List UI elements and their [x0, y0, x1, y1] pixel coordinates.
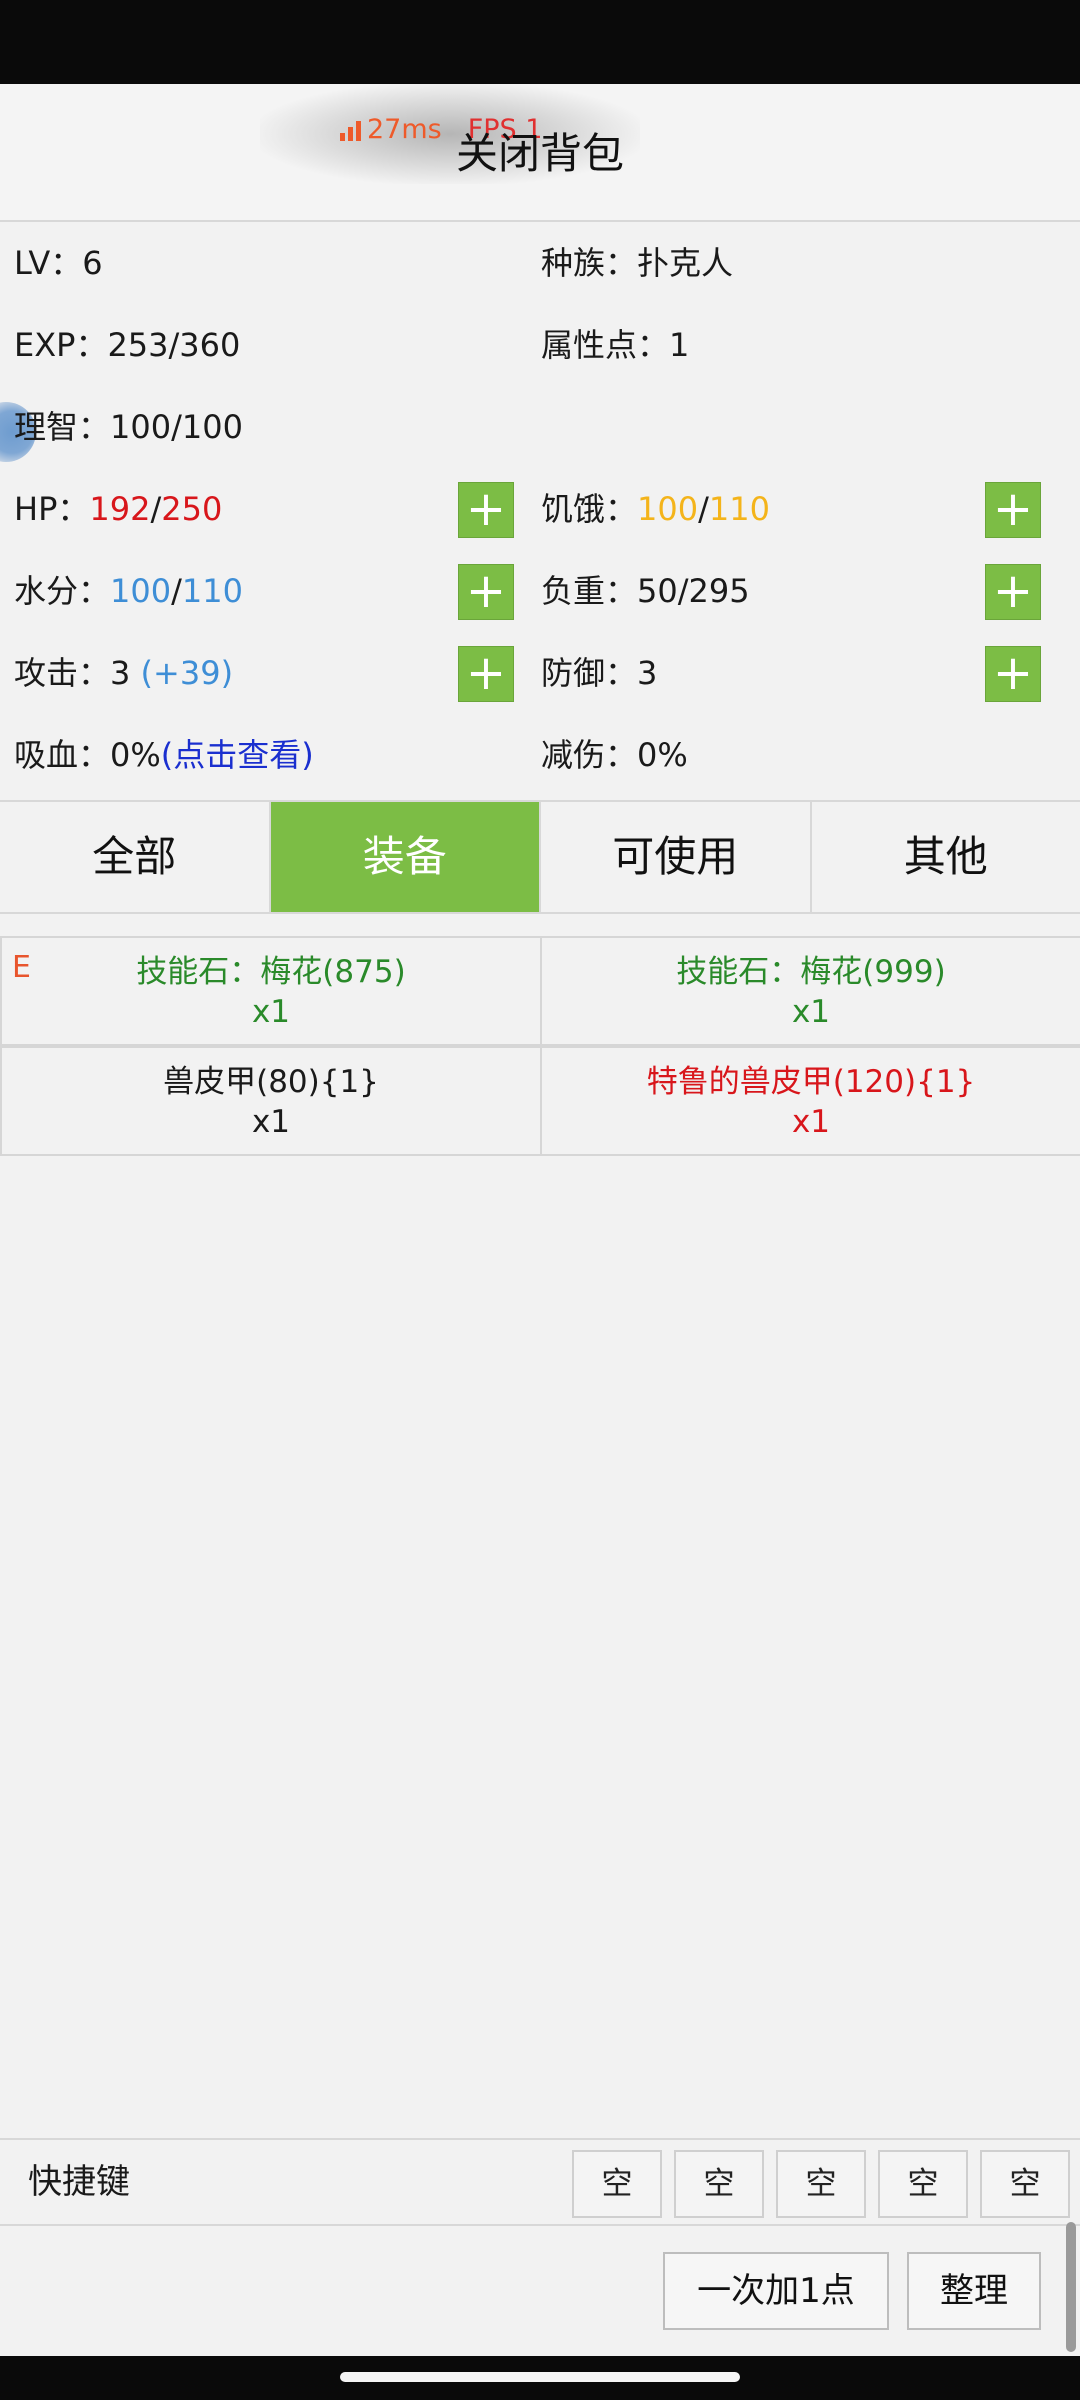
add-one-point-button[interactable]: 一次加1点: [663, 2252, 889, 2330]
water-slash: /: [171, 572, 182, 610]
item-name: 技能石：梅花(999): [676, 954, 946, 990]
hp-slash: /: [150, 490, 162, 528]
item-name: 技能石：梅花(875): [136, 954, 406, 990]
inventory-item[interactable]: 特鲁的兽皮甲(120){1} x1: [540, 1046, 1080, 1156]
item-quantity: x1: [251, 994, 291, 1030]
inventory-tabs: 全部 装备 可使用 其他: [0, 800, 1080, 914]
shortcut-slot-5[interactable]: 空: [980, 2150, 1070, 2218]
exp-stat: EXP：253/360: [14, 326, 241, 364]
shortcut-slot-1[interactable]: 空: [572, 2150, 662, 2218]
item-name: 兽皮甲(80){1}: [163, 1064, 379, 1100]
tab-equipment[interactable]: 装备: [270, 802, 541, 912]
defense-stat: 防御：3: [541, 654, 658, 692]
hunger-stat: 饥饿：100/110: [541, 468, 770, 550]
attack-plus-button[interactable]: +: [458, 646, 514, 702]
status-bar: [0, 0, 1080, 84]
shortcut-slot-2[interactable]: 空: [674, 2150, 764, 2218]
damage-reduction-stat: 减伤：0%: [541, 736, 688, 774]
hunger-max: 110: [708, 490, 770, 528]
lifesteal-label: 吸血：0%: [14, 736, 161, 774]
shortcut-slot-4[interactable]: 空: [878, 2150, 968, 2218]
hp-plus-button[interactable]: +: [458, 482, 514, 538]
water-plus-button[interactable]: +: [458, 564, 514, 620]
hunger-current: 100: [637, 490, 699, 528]
equipped-mark: E: [12, 950, 31, 985]
lifesteal-stat: 吸血：0%(点击查看): [14, 714, 314, 796]
inventory-item[interactable]: 兽皮甲(80){1} x1: [0, 1046, 542, 1156]
lifesteal-detail-link[interactable]: (点击查看): [161, 736, 314, 774]
load-plus-button[interactable]: +: [985, 564, 1041, 620]
inventory-item[interactable]: 技能石：梅花(999) x1: [540, 936, 1080, 1046]
close-backpack-button[interactable]: 关闭背包: [340, 114, 740, 194]
hp-current: 192: [89, 490, 151, 528]
tab-all[interactable]: 全部: [0, 802, 271, 912]
shortcut-bar: 快捷键 空 空 空 空 空: [0, 2138, 1080, 2226]
defense-plus-button[interactable]: +: [985, 646, 1041, 702]
home-indicator[interactable]: [340, 2372, 740, 2382]
tab-other[interactable]: 其他: [812, 802, 1080, 912]
sanity-stat: 理智：100/100: [14, 408, 243, 446]
attack-bonus: (+39): [140, 654, 234, 692]
character-stats: LV：6 种族：扑克人 EXP：253/360 属性点：1 理智：100/100…: [0, 222, 1080, 798]
water-current: 100: [110, 572, 172, 610]
hp-stat: HP：192/250: [14, 468, 222, 550]
item-quantity: x1: [791, 994, 831, 1030]
item-name: 特鲁的兽皮甲(120){1}: [646, 1064, 976, 1100]
water-label: 水分：: [14, 572, 111, 610]
shortcut-slot-3[interactable]: 空: [776, 2150, 866, 2218]
navigation-bar: [0, 2356, 1080, 2400]
attr-points-stat: 属性点：1: [541, 326, 690, 364]
hunger-label: 饥饿：: [541, 490, 638, 528]
level-stat: LV：6: [14, 244, 103, 282]
item-quantity: x1: [791, 1104, 831, 1140]
hunger-slash: /: [698, 490, 709, 528]
inventory-item[interactable]: E 技能石：梅花(875) x1: [0, 936, 542, 1046]
attack-stat: 攻击：3 (+39): [14, 632, 233, 714]
hp-max: 250: [161, 490, 223, 528]
hp-label: HP：: [14, 490, 90, 528]
tab-usable[interactable]: 可使用: [541, 802, 812, 912]
load-stat: 负重：50/295: [541, 572, 750, 610]
sort-button[interactable]: 整理: [907, 2252, 1041, 2330]
water-max: 110: [181, 572, 243, 610]
header: 27ms FPS 1 关闭背包: [0, 84, 1080, 222]
hunger-plus-button[interactable]: +: [985, 482, 1041, 538]
shortcut-label: 快捷键: [28, 2162, 130, 2202]
item-quantity: x1: [251, 1104, 291, 1140]
race-stat: 种族：扑克人: [541, 244, 734, 282]
attack-label: 攻击：3: [14, 654, 141, 692]
scrollbar-thumb[interactable]: [1066, 2222, 1076, 2352]
water-stat: 水分：100/110: [14, 550, 243, 632]
